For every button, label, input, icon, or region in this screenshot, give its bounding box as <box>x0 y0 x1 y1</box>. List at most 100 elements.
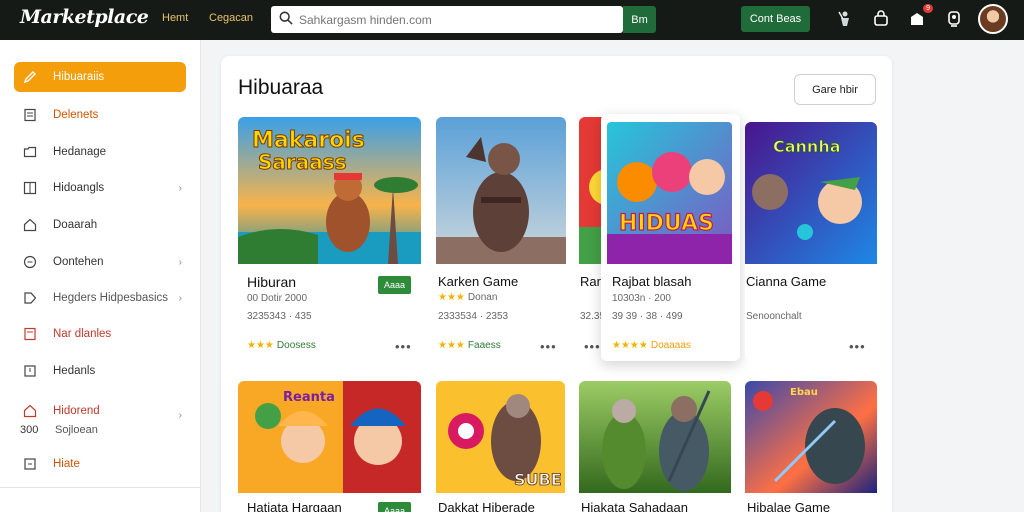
page-title: Hibuaraa <box>238 76 324 99</box>
card-badge: Aaaa <box>378 502 411 512</box>
card-title: Hiakata Sahadaan <box>581 500 688 512</box>
card-title: Dakkat Hiberade <box>438 500 535 512</box>
more-options-icon[interactable]: ••• <box>540 339 557 354</box>
sidebar-item-1[interactable]: Delenets <box>14 100 186 130</box>
cta-button[interactable]: Cont Beas <box>741 6 810 32</box>
sidebar-item-label: Hiate <box>53 458 80 470</box>
game-thumbnail: SUBE <box>436 381 565 493</box>
chevron-right-icon: › <box>178 256 182 268</box>
game-thumbnail <box>579 381 731 493</box>
game-card[interactable]: Ebau Hibalae Game <box>745 381 877 512</box>
card-title: Rajbat blasah <box>612 274 692 289</box>
cart-icon[interactable] <box>871 9 891 29</box>
game-card[interactable]: Hiakata Sahadaan <box>579 381 731 512</box>
top-bar: Marketplace Hemt Cegacan Bm Cont Beas 9 <box>0 0 1024 40</box>
card-meta: 10303n · 200 <box>612 293 671 304</box>
card-title: Karken Game <box>438 274 519 289</box>
card-rating: ★★★★ Doaaaas <box>612 340 691 351</box>
list-icon <box>22 326 38 342</box>
game-thumbnail: Ebau <box>745 381 877 493</box>
home-icon <box>22 403 38 419</box>
logo[interactable]: Marketplace <box>20 6 149 28</box>
card-title: Hibalae Game <box>747 500 831 512</box>
game-thumbnail <box>436 117 566 264</box>
chevron-right-icon: › <box>178 292 182 304</box>
box-icon <box>22 363 38 379</box>
clock-icon <box>22 254 38 270</box>
thumbnail-subtitle: Saraass <box>258 150 347 174</box>
game-thumbnail: Reanta <box>238 381 421 493</box>
card-badge: Aaaa <box>378 276 411 294</box>
search-bar[interactable] <box>271 6 623 33</box>
sidebar-item-6[interactable]: Hegders Hidpesbasics › <box>14 283 186 313</box>
game-card[interactable]: HIDUAS Rajbat blasah 10303n · 200 39 39 … <box>601 114 740 361</box>
sidebar: Hibuaraiis Delenets Hedanage Hidoangls ›… <box>0 40 201 512</box>
sidebar-item-2[interactable]: Hedanage <box>14 137 186 167</box>
sidebar-item-10[interactable]: Hiate <box>14 449 186 479</box>
card-title: Hatiata Hargaan <box>247 500 342 512</box>
thumbnail-title: Cannha <box>773 137 841 156</box>
more-options-icon[interactable]: ••• <box>395 339 412 354</box>
profile-icon[interactable] <box>944 9 964 29</box>
nav-category[interactable]: Cegacan <box>209 12 253 24</box>
sidebar-item-0[interactable]: Hibuaraiis <box>14 62 186 92</box>
card-rating: ★★★ Donan <box>438 292 498 303</box>
tag-icon <box>22 290 38 306</box>
sidebar-sub-label: Sojloean <box>55 424 98 436</box>
card-rating: ★★★ Doosess <box>247 340 316 351</box>
folder-icon <box>22 144 38 160</box>
sidebar-item-label: Oontehen <box>53 256 104 268</box>
card-title: Hiburan <box>247 274 297 290</box>
sidebar-item-label: Nar dlanles <box>53 328 112 340</box>
notification-icon[interactable]: 9 <box>907 4 933 29</box>
search-input[interactable] <box>299 12 599 27</box>
thumbnail-title: Reanta <box>283 390 335 405</box>
sidebar-item-label: Hidorend <box>53 405 100 417</box>
sidebar-item-label: Hedanage <box>53 146 107 158</box>
sidebar-divider <box>0 487 200 488</box>
chevron-right-icon: › <box>178 182 182 194</box>
pencil-icon <box>22 69 38 85</box>
character-icon[interactable] <box>835 9 855 29</box>
game-thumbnail: Cannha <box>745 122 877 264</box>
home-icon <box>22 217 38 233</box>
search-icon <box>279 11 293 28</box>
game-thumbnail: Makarois Saraass <box>238 117 421 264</box>
search-button[interactable]: Bm <box>623 6 656 33</box>
sidebar-sub-number: 300 <box>20 424 39 436</box>
sidebar-item-7[interactable]: Nar dlanles <box>14 319 186 349</box>
sidebar-item-8[interactable]: Hedanls <box>14 356 186 386</box>
card-rating: ★★★ Faaess <box>438 340 501 351</box>
avatar[interactable] <box>978 4 1008 34</box>
sidebar-item-label: Hegders Hidpesbasics <box>53 292 169 304</box>
card-title: Rar <box>580 274 601 289</box>
game-card[interactable]: Makarois Saraass Hiburan Aaaa 00 Dotir 2… <box>238 117 421 361</box>
panel-action-button[interactable]: Gare hbir <box>794 74 876 105</box>
card-meta: 00 Dotir 2000 <box>247 293 308 304</box>
sidebar-item-label: Delenets <box>53 109 99 121</box>
thumbnail-title: SUBE <box>514 470 562 489</box>
game-card[interactable]: Cannha Cianna Game Senoonchalt ••• <box>745 122 877 361</box>
card-meta: 3235343 · 435 <box>247 311 312 322</box>
game-card[interactable]: Reanta Hatiata Hargaan Aaaa <box>238 381 421 512</box>
document-icon <box>22 107 38 123</box>
sidebar-item-label: Hidoangls <box>53 182 105 194</box>
card-meta: 2333534 · 2353 <box>438 311 509 322</box>
sidebar-item-9[interactable]: Hidorend › <box>14 396 186 426</box>
nav-home[interactable]: Hemt <box>162 12 188 24</box>
notification-badge: 9 <box>923 4 933 13</box>
card-meta: 39 39 · 38 · 499 <box>612 311 683 322</box>
chevron-right-icon: › <box>178 410 182 421</box>
sidebar-item-5[interactable]: Oontehen › <box>14 247 186 277</box>
file-icon <box>22 456 38 472</box>
more-options-icon[interactable]: ••• <box>849 339 866 354</box>
more-options-icon[interactable]: ••• <box>584 339 601 354</box>
game-card[interactable]: SUBE Dakkat Hiberade <box>436 381 565 512</box>
sidebar-item-label: Doaarah <box>53 219 98 231</box>
thumbnail-title: Ebau <box>790 387 818 398</box>
game-card[interactable]: Karken Game ★★★ Donan 2333534 · 2353 ★★★ F… <box>436 117 566 361</box>
sidebar-item-3[interactable]: Hidoangls › <box>14 173 186 203</box>
sidebar-item-label: Hedanls <box>53 365 96 377</box>
sidebar-item-4[interactable]: Doaarah <box>14 210 186 240</box>
sidebar-item-label: Hibuaraiis <box>53 71 105 83</box>
